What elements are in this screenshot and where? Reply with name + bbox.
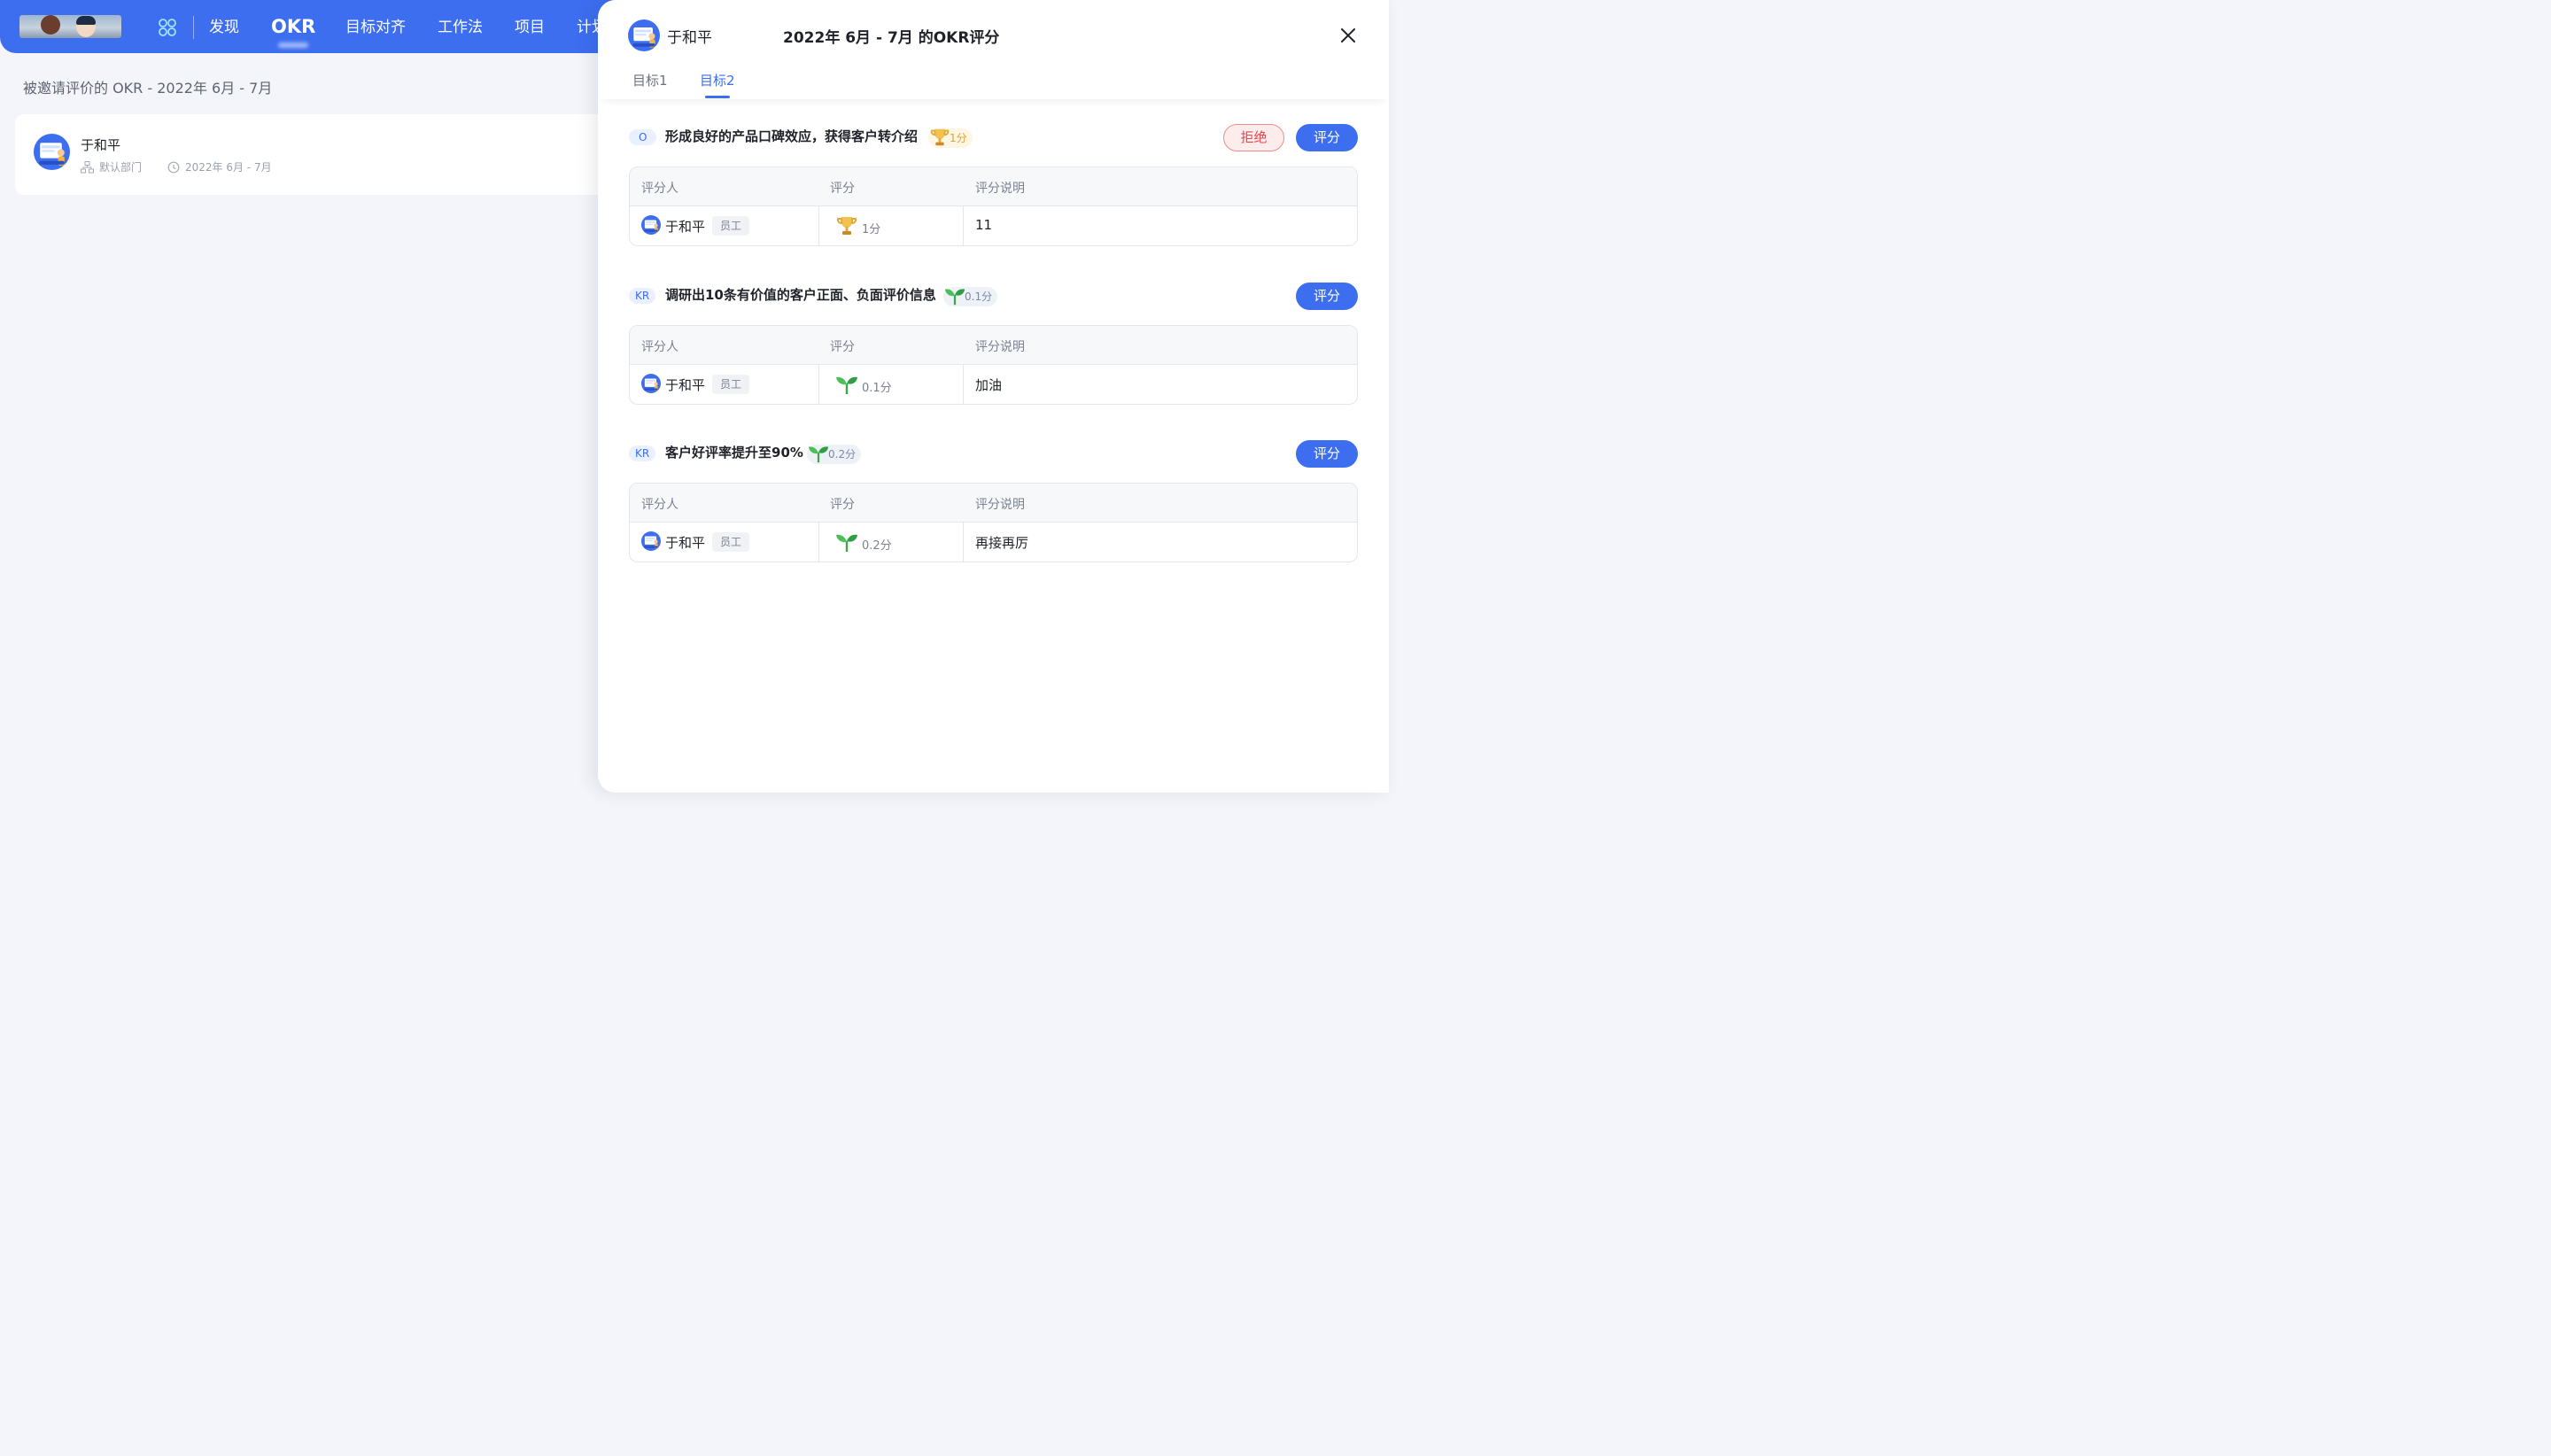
reject-button[interactable]: 拒绝 bbox=[1223, 124, 1284, 151]
sprout-icon bbox=[834, 372, 859, 397]
rater-name: 于和平 bbox=[665, 219, 706, 235]
objective-tag: O bbox=[629, 129, 657, 145]
role-badge: 员工 bbox=[712, 532, 750, 552]
score-badge: 0.1分 bbox=[943, 284, 998, 307]
key-result-header: KR 调研出10条有价值的客户正面、负面评价信息 0.1分 评分 bbox=[629, 281, 1358, 310]
col-comment: 评分说明 bbox=[975, 498, 1025, 512]
col-comment: 评分说明 bbox=[975, 340, 1025, 354]
score-comment: 再接再厉 bbox=[975, 535, 1029, 551]
nav-item-methods[interactable]: 工作法 bbox=[438, 17, 483, 38]
table-row: 于和平 员工 0.1分 加油 bbox=[630, 365, 1357, 404]
col-rater: 评分人 bbox=[641, 340, 678, 354]
sprout-icon bbox=[834, 530, 859, 554]
department-label: 默认部门 bbox=[99, 161, 143, 174]
rater-name: 于和平 bbox=[665, 377, 706, 393]
score-table: 评分人 评分 评分说明 于和平 员工 0.2分 再接再厉 bbox=[629, 483, 1358, 562]
okr-card[interactable]: 于和平 默认部门 2022年 6月 - 7月 bbox=[15, 114, 635, 195]
sprout-icon bbox=[943, 284, 966, 307]
score-table: 评分人 评分 评分说明 于和平 员工 1分 11 bbox=[629, 167, 1358, 246]
nav-item-alignment[interactable]: 目标对齐 bbox=[345, 17, 406, 38]
score-badge-value: 1分 bbox=[950, 132, 967, 144]
key-result-title: 客户好评率提升至90% bbox=[665, 445, 803, 461]
rater-name: 于和平 bbox=[665, 535, 706, 551]
score-comment: 11 bbox=[975, 217, 993, 233]
trophy-icon bbox=[834, 213, 859, 238]
table-header: 评分人 评分 评分说明 bbox=[630, 326, 1357, 365]
drawer-header: 于和平 2022年 6月 - 7月 的OKR评分 目标1 目标2 bbox=[598, 0, 1389, 99]
score-value: 1分 bbox=[862, 223, 881, 236]
score-value: 0.1分 bbox=[862, 382, 892, 395]
col-score: 评分 bbox=[830, 498, 855, 512]
brand-logo[interactable] bbox=[19, 15, 121, 38]
tab-objective-2[interactable]: 目标2 bbox=[700, 71, 735, 98]
score-table: 评分人 评分 评分说明 于和平 员工 0.1分 加油 bbox=[629, 325, 1358, 405]
score-value: 0.2分 bbox=[862, 539, 892, 553]
org-chart-icon bbox=[81, 160, 94, 173]
role-badge: 员工 bbox=[712, 375, 750, 394]
col-score: 评分 bbox=[830, 340, 855, 354]
page-title: 被邀请评价的 OKR - 2022年 6月 - 7月 bbox=[23, 80, 273, 97]
apps-grid-icon[interactable] bbox=[158, 18, 177, 37]
drawer-title: 2022年 6月 - 7月 的OKR评分 bbox=[783, 29, 1000, 47]
period-label: 2022年 6月 - 7月 bbox=[185, 161, 272, 174]
col-rater: 评分人 bbox=[641, 182, 678, 196]
key-result-title: 调研出10条有价值的客户正面、负面评价信息 bbox=[665, 287, 936, 303]
tab-objective-1[interactable]: 目标1 bbox=[632, 71, 668, 89]
card-user-name: 于和平 bbox=[81, 137, 121, 153]
okr-score-drawer: 于和平 2022年 6月 - 7月 的OKR评分 目标1 目标2 O 形成良好的… bbox=[598, 0, 1389, 793]
table-header: 评分人 评分 评分说明 bbox=[630, 167, 1357, 206]
table-row: 于和平 员工 0.2分 再接再厉 bbox=[630, 523, 1357, 561]
card-period: 2022年 6月 - 7月 bbox=[167, 159, 272, 174]
avatar bbox=[641, 215, 661, 235]
avatar bbox=[34, 134, 70, 170]
col-comment: 评分说明 bbox=[975, 182, 1025, 196]
col-rater: 评分人 bbox=[641, 498, 678, 512]
score-comment: 加油 bbox=[975, 377, 1003, 393]
col-score: 评分 bbox=[830, 182, 855, 196]
role-badge: 员工 bbox=[712, 216, 750, 236]
score-badge: 1分 bbox=[928, 128, 973, 148]
score-button[interactable]: 评分 bbox=[1296, 283, 1358, 310]
objective-title: 形成良好的产品口碑效应，获得客户转介绍 bbox=[665, 128, 919, 144]
trophy-icon bbox=[928, 126, 951, 149]
nav-item-okr[interactable]: OKR bbox=[271, 14, 315, 39]
score-button[interactable]: 评分 bbox=[1296, 124, 1358, 151]
score-button[interactable]: 评分 bbox=[1296, 440, 1358, 468]
objective-header: O 形成良好的产品口碑效应，获得客户转介绍 1分 拒绝 评分 bbox=[629, 122, 1358, 151]
key-result-tag: KR bbox=[629, 288, 656, 304]
avatar bbox=[641, 374, 661, 393]
sprout-icon bbox=[807, 442, 830, 465]
drawer-user-name: 于和平 bbox=[667, 29, 712, 47]
card-department: 默认部门 bbox=[81, 159, 142, 174]
score-badge: 0.2分 bbox=[807, 442, 862, 465]
table-row: 于和平 员工 1分 11 bbox=[630, 206, 1357, 245]
key-result-header: KR 客户好评率提升至90% 0.2分 评分 bbox=[629, 438, 1358, 468]
clock-icon bbox=[167, 161, 180, 173]
nav-divider bbox=[193, 16, 194, 39]
avatar bbox=[641, 531, 661, 551]
key-result-tag: KR bbox=[629, 445, 656, 461]
table-header: 评分人 评分 评分说明 bbox=[630, 484, 1357, 523]
close-icon[interactable] bbox=[1338, 25, 1359, 46]
nav-item-projects[interactable]: 项目 bbox=[515, 17, 545, 38]
score-badge-value: 0.2分 bbox=[828, 448, 857, 461]
avatar bbox=[628, 19, 660, 51]
score-badge-value: 0.1分 bbox=[965, 290, 993, 303]
nav-item-discover[interactable]: 发现 bbox=[209, 17, 239, 38]
